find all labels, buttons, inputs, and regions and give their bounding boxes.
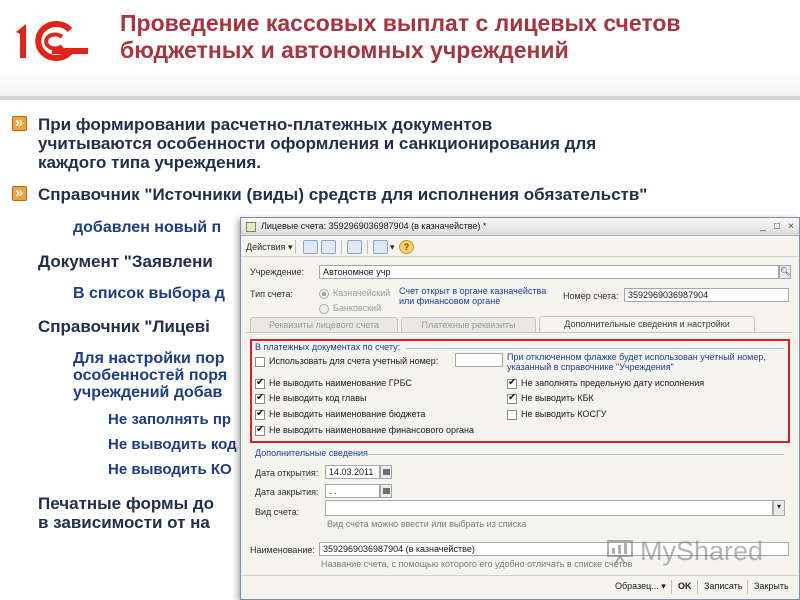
save-button[interactable]: Записать bbox=[704, 581, 742, 591]
bullet-5-cont: в зависимости от на bbox=[38, 513, 210, 532]
close-button[interactable]: Закрыть bbox=[754, 581, 789, 591]
ok-button[interactable]: OK bbox=[678, 581, 692, 591]
tab-account-details[interactable]: Реквизиты лицевого счета bbox=[250, 317, 398, 332]
calendar-icon[interactable] bbox=[380, 465, 392, 479]
bullet-2-text: Справочник "Источники (виды) средств для… bbox=[38, 185, 648, 204]
check-label: Не выводить код главы bbox=[269, 393, 367, 403]
maximize-icon[interactable]: □ bbox=[771, 221, 783, 233]
orange-bullet-icon bbox=[12, 183, 27, 202]
radio-bank[interactable] bbox=[319, 304, 329, 314]
close-date-field[interactable]: . . bbox=[325, 484, 380, 498]
extra-group-title: Дополнительные сведения bbox=[255, 448, 368, 458]
bullet-3-sub: В список выбора д bbox=[73, 284, 243, 303]
institution-label: Учреждение: bbox=[250, 267, 305, 277]
bullet-5: Печатные формы до bbox=[38, 494, 240, 513]
checkbox-hide-kosgu[interactable] bbox=[507, 410, 517, 420]
presentation-icon bbox=[607, 540, 633, 565]
toolbar-divider bbox=[295, 240, 296, 254]
close-date-label: Дата закрытия: bbox=[255, 487, 319, 497]
bullet-2-sub: добавлен новый п bbox=[73, 218, 243, 237]
toolbar-divider bbox=[341, 240, 342, 254]
bottom-divider bbox=[747, 580, 748, 594]
window-title: Лицевые счета: 3592969036987904 (в казна… bbox=[261, 221, 487, 231]
name-hint: Название счета, с помощью которого его у… bbox=[321, 559, 633, 569]
checkbox-hide-fin-organ[interactable] bbox=[255, 424, 265, 436]
use-number-label: Использовать для счета учетный номер: bbox=[269, 356, 439, 366]
radio-treasury[interactable] bbox=[319, 289, 329, 299]
account-kind-hint: Вид счета можно ввести или выбрать из сп… bbox=[327, 519, 527, 529]
account-note: Счет открыт в органе казначейства или фи… bbox=[399, 286, 547, 306]
minimize-icon[interactable]: _ bbox=[757, 221, 769, 233]
toolbar-divider bbox=[367, 240, 368, 254]
payment-group-title: В платежных документах по счету: bbox=[255, 342, 401, 352]
dropdown-arrow-icon[interactable]: ▾ bbox=[390, 240, 395, 254]
bullet-4-sub-line3: учреждений добав bbox=[73, 384, 223, 401]
name-label: Наименование: bbox=[250, 545, 315, 555]
bullet-4-item-3: Не выводить КО bbox=[108, 461, 242, 478]
checkbox-no-deadline[interactable] bbox=[507, 377, 517, 389]
open-date-label: Дата открытия: bbox=[255, 468, 319, 478]
radio-treasury-label: Казначейский bbox=[333, 288, 391, 298]
search-icon[interactable]: 🔍︎ bbox=[779, 265, 791, 279]
account-kind-field[interactable] bbox=[325, 500, 773, 516]
bullet-3: Документ "Заявлени bbox=[38, 252, 238, 271]
window-bottom-bar: Образец... ▾ OK Записать Закрыть bbox=[241, 575, 799, 599]
check-label: Не выводить КБК bbox=[521, 393, 594, 403]
account-number-label: Номер счета: bbox=[563, 291, 619, 301]
1c-logo bbox=[16, 21, 88, 61]
goto-icon[interactable] bbox=[373, 240, 388, 254]
refresh-icon[interactable] bbox=[347, 240, 362, 254]
account-number-field[interactable]: 3592969036987904 bbox=[624, 288, 789, 302]
tab-payment-details[interactable]: Платежные реквизиты bbox=[401, 317, 536, 332]
bullet-4-item-2: Не выводить код bbox=[108, 436, 242, 453]
help-icon[interactable]: ? bbox=[399, 240, 414, 254]
check-label: Не выводить КОСГУ bbox=[521, 409, 607, 419]
document-icon bbox=[246, 222, 256, 232]
tab-additional-settings[interactable]: Дополнительные сведения и настройки bbox=[539, 316, 755, 332]
bullet-1-text: При формировании расчетно-платежных доку… bbox=[38, 115, 597, 172]
check-label: Не выводить наименование бюджета bbox=[269, 409, 426, 419]
checkbox-hide-kbk[interactable] bbox=[507, 392, 517, 404]
group-divider bbox=[361, 454, 784, 455]
close-icon[interactable]: × bbox=[785, 221, 797, 233]
account-kind-label: Вид счета: bbox=[255, 507, 300, 517]
watermark-text: MyShared bbox=[640, 536, 764, 566]
bottom-divider bbox=[697, 580, 698, 594]
radio-bank-label: Банковский bbox=[333, 303, 382, 313]
calendar-icon[interactable] bbox=[380, 484, 392, 498]
bullet-4-item-1: Не заполнять пр bbox=[108, 411, 242, 428]
save-doc-icon[interactable] bbox=[303, 240, 318, 254]
checkbox-hide-chapter-code[interactable] bbox=[255, 392, 265, 404]
checkbox-use-number[interactable] bbox=[255, 357, 265, 367]
page-title: Проведение кассовых выплат с лицевых сче… bbox=[120, 10, 681, 63]
bullet-2: Справочник "Источники (виды) средств для… bbox=[12, 183, 778, 204]
number-field[interactable] bbox=[455, 353, 503, 367]
copy-icon[interactable] bbox=[321, 240, 336, 254]
checkbox-hide-budget[interactable] bbox=[255, 408, 265, 420]
sample-menu[interactable]: Образец... ▾ bbox=[615, 581, 666, 592]
check-label: Не заполнять предельную дату исполнения bbox=[521, 378, 705, 388]
open-date-field[interactable]: 14.03.2011 bbox=[325, 465, 380, 479]
institution-field[interactable]: Автономное учр bbox=[319, 265, 779, 279]
chevron-down-icon[interactable]: ▾ bbox=[773, 500, 785, 516]
checkbox-hide-grbs[interactable] bbox=[255, 377, 265, 389]
flag-note: При отключенном флажке будет использован… bbox=[507, 352, 766, 372]
check-label: Не выводить наименование финансового орг… bbox=[269, 425, 475, 435]
bullet-1: При формировании расчетно-платежных доку… bbox=[12, 113, 598, 172]
window-titlebar[interactable]: Лицевые счета: 3592969036987904 (в казна… bbox=[241, 218, 799, 236]
toolbar: Действия ▾ ▾ ? bbox=[241, 237, 799, 257]
bottom-divider bbox=[671, 580, 672, 594]
bullet-4: Справочник "Лицеві bbox=[38, 317, 238, 336]
group-divider bbox=[406, 348, 784, 349]
account-type-label: Тип счета: bbox=[250, 289, 293, 299]
orange-bullet-icon bbox=[12, 113, 27, 132]
title-divider bbox=[0, 96, 800, 100]
check-label: Не выводить наименование ГРБС bbox=[269, 378, 412, 388]
actions-menu[interactable]: Действия ▾ bbox=[246, 240, 292, 254]
